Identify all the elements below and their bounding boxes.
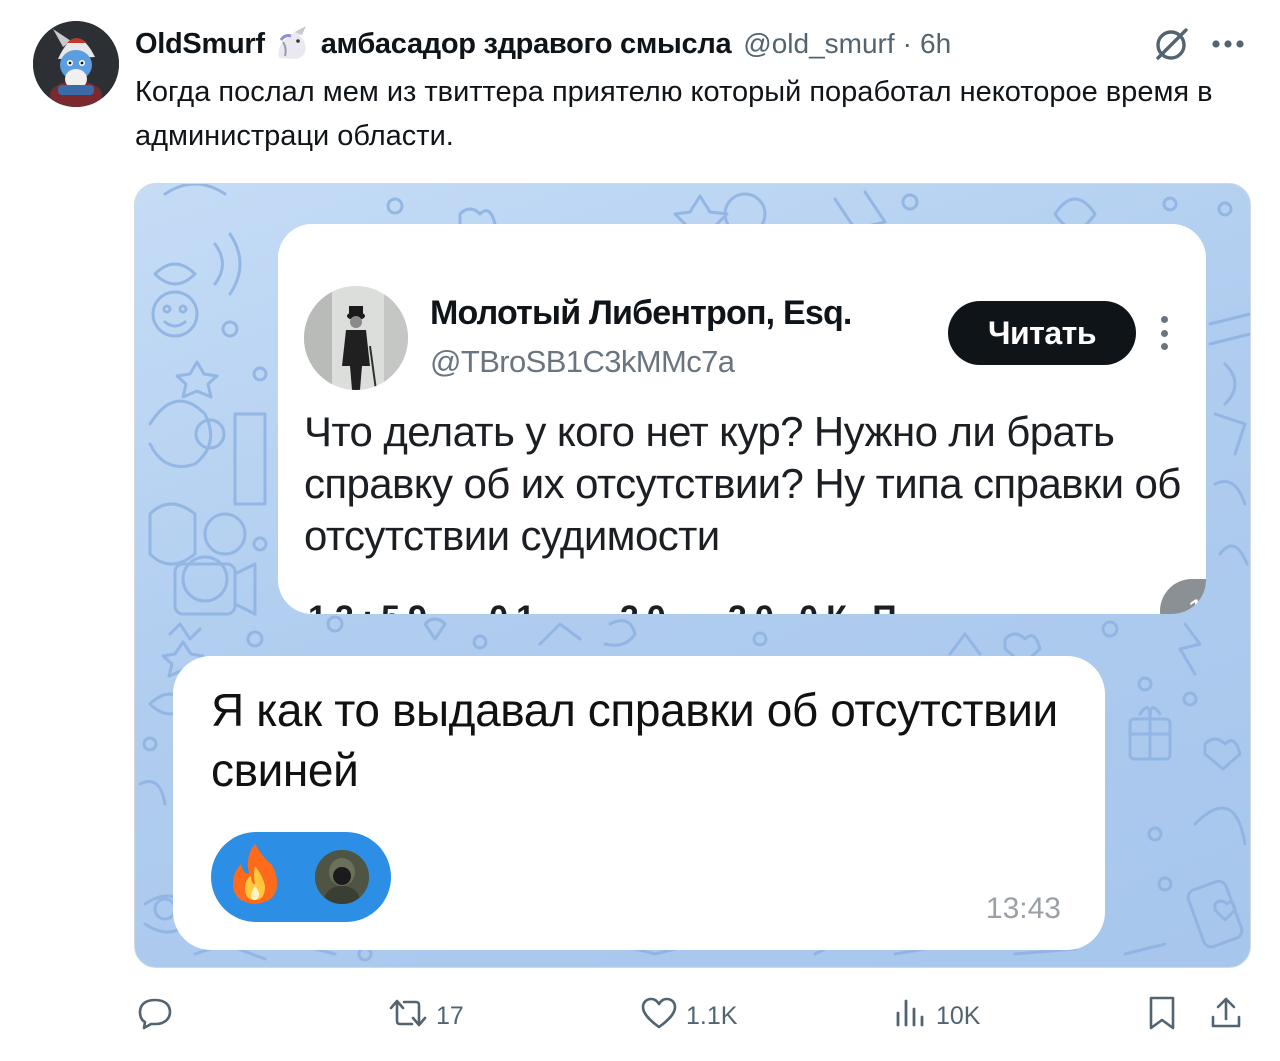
separator-dot: ·	[902, 28, 912, 59]
tweet-header: OldSmurf амбасадор здравого смысла @old_…	[135, 22, 951, 66]
share-icon	[1208, 995, 1244, 1038]
quoted-author-name: Молотый Либентроп, Esq.	[430, 294, 852, 332]
message-time-pill: 13:25	[1160, 579, 1206, 614]
quoted-author-avatar[interactable]	[304, 286, 408, 390]
tweet-media[interactable]: Молотый Либентроп, Esq. @TBroSB1C3kMMc7a…	[134, 183, 1251, 968]
author-avatar[interactable]	[33, 21, 119, 107]
like-icon	[640, 995, 678, 1038]
like-action[interactable]: 1.1K	[640, 995, 737, 1037]
bookmark-icon	[1145, 995, 1179, 1038]
like-count: 1.1K	[686, 1001, 738, 1030]
quoted-tweet-card[interactable]: Молотый Либентроп, Esq. @TBroSB1C3kMMc7a…	[278, 224, 1206, 614]
retweet-count: 17	[436, 1001, 464, 1030]
unicorn-icon	[273, 26, 313, 62]
reply-message-bubble: Я как то выдавал справки об отсутствии с…	[173, 656, 1105, 950]
reactions-pill[interactable]	[211, 832, 391, 922]
reply-action[interactable]	[137, 995, 181, 1037]
views-count: 10K	[936, 1001, 981, 1030]
read-button[interactable]: Читать	[948, 301, 1136, 365]
more-icon[interactable]	[1210, 30, 1246, 63]
grok-icon[interactable]	[1152, 24, 1192, 69]
quoted-tweet-text: Что делать у кого нет кур? Нужно ли брат…	[304, 408, 1181, 559]
kebab-menu-icon[interactable]	[1160, 316, 1168, 350]
reply-message-text: Я как то выдавал справки об отсутствии с…	[211, 684, 1058, 796]
share-action[interactable]	[1208, 995, 1244, 1037]
quoted-tweet-stats-cut: 12:59 · 01 … 20 · 20,0К П…	[308, 599, 947, 614]
tweet-text: Когда послал мем из твиттера приятелю ко…	[135, 76, 1221, 152]
quoted-author-handle: @TBroSB1C3kMMc7a	[430, 344, 735, 379]
views-icon	[892, 995, 928, 1038]
retweet-icon	[388, 995, 428, 1038]
fire-reaction-icon[interactable]	[225, 842, 285, 913]
bookmark-action[interactable]	[1145, 995, 1179, 1037]
reply-icon	[137, 995, 173, 1038]
display-name[interactable]: OldSmurf	[135, 28, 265, 61]
message-time: 13:25	[1187, 594, 1206, 614]
retweet-action[interactable]: 17	[388, 995, 464, 1037]
tweet-time[interactable]: 6h	[920, 28, 951, 60]
reply-message-time: 13:43	[985, 892, 1061, 925]
views-action[interactable]: 10K	[892, 995, 980, 1037]
display-name-badge: амбасадор здравого смысла	[320, 27, 732, 60]
author-handle[interactable]: @old_smurf	[743, 28, 894, 60]
reactor-avatar[interactable]	[315, 850, 369, 904]
